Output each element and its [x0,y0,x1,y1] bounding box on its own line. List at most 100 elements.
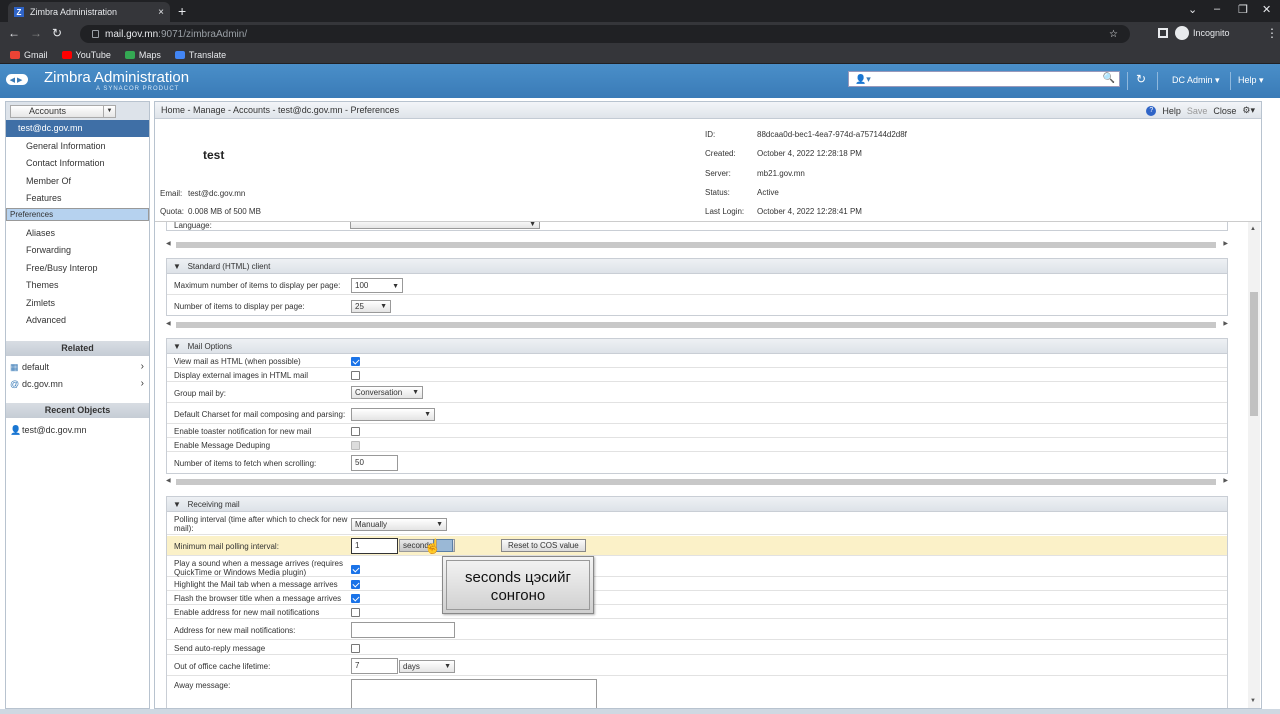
addr-for-input[interactable] [351,622,455,638]
charset-select[interactable]: ▼ [351,408,435,421]
flash-checkbox[interactable] [351,594,360,603]
scroll-right-icon[interactable]: ▶ [1223,477,1228,484]
recent-item[interactable]: 👤 test@dc.gov.mn [6,422,149,438]
sound-checkbox[interactable] [351,565,360,574]
nav-item-contact-information[interactable]: Contact Information [6,155,149,172]
nav-item-advanced[interactable]: Advanced [6,312,149,329]
group-by-select[interactable]: Conversation ▼ [351,386,423,399]
fetch-input[interactable]: 50 [351,455,398,471]
status-value: Active [757,188,779,197]
html-client-header[interactable]: ▼ Standard (HTML) client [167,259,1227,274]
related-item[interactable]: ▦ default › [6,359,149,375]
reset-cos-button[interactable]: Reset to COS value [501,539,586,552]
address-bar-row: ← → ↻ mail.gov.mn :9071/zimbraAdmin/ ☆ I… [0,22,1280,46]
addr-notif-row: Enable address for new mail notification… [167,606,1227,619]
restore-icon[interactable]: ❐ [1238,3,1248,16]
nav-item-member-of[interactable]: Member Of [6,173,149,190]
dedupe-checkbox[interactable] [351,441,360,450]
user-menu[interactable]: DC Admin ▾ [1172,75,1220,86]
scrollbar-thumb[interactable] [176,322,1216,328]
language-select[interactable]: ▼ [350,222,540,229]
help-icon[interactable]: ? [1146,105,1157,116]
max-items-row: Maximum number of items to display per p… [167,275,1227,295]
browser-menu-icon[interactable]: ⋮ [1266,26,1278,40]
zimbra-logo-icon[interactable]: ◀▶ [6,74,28,85]
min-polling-input[interactable]: 1 [351,538,398,554]
items-select[interactable]: 25 ▼ [351,300,391,313]
sound-label: Play a sound when a message arrives (req… [174,559,343,577]
minimize-icon[interactable]: – [1214,3,1220,15]
incognito-indicator[interactable]: Incognito [1175,26,1230,40]
related-item-label: default [22,362,50,372]
horizontal-scrollbar[interactable]: ◀ ▶ [166,477,1228,487]
accounts-selector[interactable]: Accounts ▼ [10,105,116,118]
autoreply-checkbox[interactable] [351,644,360,653]
preferences-scroll-area[interactable]: Language: ▼ ◀ ▶ ▼ Standard (HTML) client … [155,222,1247,708]
bookmark-item[interactable]: Translate [174,50,226,60]
addr-notif-label: Enable address for new mail notification… [174,608,320,617]
related-item[interactable]: @ dc.gov.mn › [6,376,149,392]
vertical-scrollbar-thumb[interactable] [1250,292,1258,416]
back-icon[interactable]: ← [8,26,20,40]
forward-icon[interactable]: → [30,26,42,40]
scroll-right-icon[interactable]: ▶ [1223,320,1228,327]
refresh-icon[interactable]: ↻ [1136,72,1146,86]
addr-notif-checkbox[interactable] [351,608,360,617]
max-items-label: Maximum number of items to display per p… [174,281,341,290]
nav-account-header[interactable]: test@dc.gov.mn [6,120,149,137]
ooo-input[interactable]: 7 [351,658,398,674]
help-button[interactable]: Help [1162,106,1181,116]
scroll-left-icon[interactable]: ◀ [166,320,171,327]
away-textarea[interactable] [351,679,597,708]
scroll-down-icon[interactable]: ▼ [1250,698,1256,704]
side-panel-icon[interactable] [1158,28,1168,38]
nav-item-features[interactable]: Features [6,190,149,207]
nav-item-themes[interactable]: Themes [6,277,149,294]
close-window-icon[interactable]: ✕ [1262,3,1271,16]
new-tab-icon[interactable]: + [178,3,186,19]
tab-search-icon[interactable]: ⌄ [1188,3,1197,16]
reload-icon[interactable]: ↻ [52,26,62,40]
browser-tab[interactable]: Z Zimbra Administration × [8,2,170,22]
bookmark-item[interactable]: Maps [124,50,161,60]
scrollbar-thumb[interactable] [176,242,1216,248]
nav-item-zimlets[interactable]: Zimlets [6,295,149,312]
view-html-checkbox[interactable] [351,357,360,366]
ooo-unit-select[interactable]: days ▼ [399,660,455,673]
search-type-user-icon[interactable]: 👤▾ [855,74,871,85]
search-input[interactable]: 👤▾ 🔍 [848,71,1120,87]
close-button[interactable]: Close [1213,106,1236,116]
scroll-right-icon[interactable]: ▶ [1223,240,1228,247]
search-icon[interactable]: 🔍 [1103,73,1115,84]
bookmark-star-icon[interactable]: ☆ [1109,29,1118,40]
toaster-checkbox[interactable] [351,427,360,436]
help-menu[interactable]: Help ▾ [1238,75,1264,86]
bookmark-item[interactable]: Gmail [10,50,48,60]
save-button[interactable]: Save [1187,106,1208,116]
scroll-left-icon[interactable]: ◀ [166,240,171,247]
help-label: Help [1238,75,1257,85]
bookmark-item[interactable]: YouTube [61,50,111,60]
scrollbar-thumb[interactable] [176,479,1216,485]
nav-item-general-information[interactable]: General Information [6,138,149,155]
scroll-left-icon[interactable]: ◀ [166,477,171,484]
chevron-down-icon: ▼ [529,222,536,228]
nav-item-preferences[interactable]: Preferences [6,207,149,221]
horizontal-scrollbar[interactable]: ◀ ▶ [166,320,1228,330]
max-items-select[interactable]: 100 ▼ [351,278,403,293]
display-images-checkbox[interactable] [351,371,360,380]
scroll-up-icon[interactable]: ▲ [1250,226,1256,232]
url-field[interactable]: mail.gov.mn :9071/zimbraAdmin/ ☆ [80,25,1130,43]
mail-options-header[interactable]: ▼ Mail Options [167,339,1227,354]
highlight-checkbox[interactable] [351,580,360,589]
horizontal-scrollbar[interactable]: ◀ ▶ [166,240,1228,250]
gear-icon[interactable]: ⚙▾ [1242,105,1255,116]
vertical-scrollbar[interactable]: ▲ ▼ [1248,222,1260,708]
polling-select[interactable]: Manually ▼ [351,518,447,531]
receiving-mail-header[interactable]: ▼ Receiving mail [167,497,1227,512]
nav-item-free-busy-interop[interactable]: Free/Busy Interop [6,260,149,277]
nav-item-aliases[interactable]: Aliases [6,225,149,242]
nav-item-forwarding[interactable]: Forwarding [6,242,149,259]
tab-close-icon[interactable]: × [158,7,164,18]
sound-row: Play a sound when a message arrives (req… [167,557,1227,577]
